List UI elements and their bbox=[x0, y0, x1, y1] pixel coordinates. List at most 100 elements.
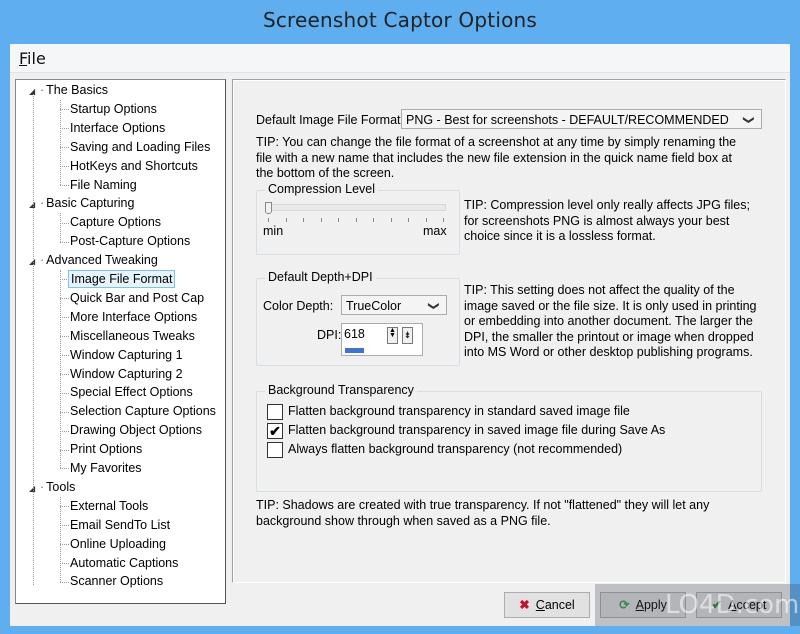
tip-line: background show through when saved as a … bbox=[256, 513, 551, 528]
menu-file[interactable]: File bbox=[19, 49, 46, 68]
tree-item[interactable]: Saving and Loading Files bbox=[68, 138, 212, 156]
tree-connector: · bbox=[40, 196, 45, 211]
slider-tick bbox=[443, 218, 444, 222]
tip-line: for screenshots PNG is almost always you… bbox=[464, 213, 730, 228]
collapse-triangle-icon[interactable]: ◢ bbox=[29, 83, 39, 101]
tip-line: TIP: Compression level only really affec… bbox=[464, 198, 750, 212]
color-depth-label: Color Depth: bbox=[263, 299, 334, 313]
tip-line: TIP: Shadows are created with true trans… bbox=[256, 498, 710, 512]
slider-tick bbox=[268, 218, 269, 222]
tree-item[interactable]: External Tools bbox=[68, 497, 150, 515]
transparency-checkbox[interactable] bbox=[267, 442, 283, 458]
tree-group[interactable]: ◢ · The Basics bbox=[29, 81, 108, 99]
color-depth-select[interactable]: TrueColor ❯ bbox=[341, 295, 447, 315]
slider-tick bbox=[338, 218, 339, 222]
dpi-level-bar bbox=[345, 348, 364, 353]
slider-tick bbox=[425, 218, 427, 222]
tree-item[interactable]: Print Options bbox=[68, 440, 144, 458]
tree-group[interactable]: ◢ · Basic Capturing bbox=[29, 194, 134, 212]
depth-tip: TIP: This setting does not affect the qu… bbox=[464, 283, 757, 361]
tree-item[interactable]: Email SendTo List bbox=[68, 516, 172, 534]
compression-title: Compression Level bbox=[265, 182, 378, 196]
depth-dpi-group: Default Depth+DPI Color Depth: TrueColor… bbox=[256, 270, 460, 366]
tree-group[interactable]: ◢ · Advanced Tweaking bbox=[29, 251, 158, 269]
slider-tick bbox=[303, 218, 304, 222]
tree-item[interactable]: Interface Options bbox=[68, 119, 167, 137]
tree-item[interactable]: Selection Capture Options bbox=[68, 402, 218, 420]
compression-slider-thumb[interactable] bbox=[265, 202, 272, 214]
tree-connector: · bbox=[40, 479, 45, 494]
tree-item[interactable]: Automatic Captions bbox=[68, 554, 180, 572]
cancel-button[interactable]: ✖ Cancel bbox=[504, 592, 590, 618]
cancel-x-icon: ✖ bbox=[519, 598, 530, 612]
tree-item[interactable]: Online Uploading bbox=[68, 535, 168, 553]
color-depth-value: TrueColor bbox=[346, 299, 402, 313]
compression-min-label: min bbox=[263, 224, 284, 238]
transparency-group: Background Transparency Flatten backgrou… bbox=[256, 383, 762, 492]
slider-tick bbox=[390, 218, 392, 222]
tip-line: or embedding into another document. The … bbox=[464, 314, 753, 328]
tip-line: TIP: This setting does not affect the qu… bbox=[464, 283, 735, 297]
transparency-option-label[interactable]: Always flatten background transparency (… bbox=[288, 442, 622, 456]
tree-item[interactable]: Capture Options bbox=[68, 213, 163, 231]
tip-line: TIP: You can change the file format of a… bbox=[256, 135, 737, 149]
menu-file-accel: F bbox=[19, 49, 28, 68]
title-bar[interactable]: Screenshot Captor Options bbox=[0, 0, 800, 44]
tree-group[interactable]: ◢ · Tools bbox=[29, 478, 75, 496]
collapse-triangle-icon[interactable]: ◢ bbox=[29, 480, 39, 498]
tree-item[interactable]: Special Effect Options bbox=[68, 383, 195, 401]
slider-tick bbox=[408, 218, 409, 222]
tree-item[interactable]: Startup Options bbox=[68, 100, 159, 118]
tree-item[interactable]: My Favorites bbox=[68, 459, 144, 477]
tree-item[interactable]: Scanner Options bbox=[68, 572, 165, 590]
chevron-down-icon: ❯ bbox=[427, 301, 440, 311]
tree-item[interactable]: HotKeys and Shortcuts bbox=[68, 157, 200, 175]
tree-item[interactable]: Window Capturing 2 bbox=[68, 365, 185, 383]
tree-item[interactable]: Quick Bar and Post Cap bbox=[68, 289, 206, 307]
tree-connector: · bbox=[40, 253, 45, 268]
tree-item[interactable]: Window Capturing 1 bbox=[68, 346, 185, 364]
tree-item[interactable]: Image File Format bbox=[68, 270, 176, 288]
tree-group-label: Basic Capturing bbox=[46, 196, 135, 211]
format-select-value: PNG - Best for screenshots - DEFAULT/REC… bbox=[406, 113, 729, 127]
cancel-label: ancel bbox=[544, 598, 575, 612]
dpi-label: DPI: bbox=[317, 328, 342, 342]
image-file-format-panel: Default Image File Format: PNG - Best fo… bbox=[232, 79, 786, 583]
dpi-value: 618 bbox=[344, 327, 365, 341]
tree-group-label: Advanced Tweaking bbox=[46, 253, 158, 268]
transparency-checkbox[interactable]: ✔ bbox=[267, 423, 283, 439]
dpi-spinner[interactable]: 618 ▲ ▼ ⇟ bbox=[341, 323, 423, 356]
tree-connector bbox=[60, 496, 61, 582]
collapse-triangle-icon[interactable]: ◢ bbox=[29, 253, 39, 271]
transparency-option-label[interactable]: Flatten background transparency in saved… bbox=[288, 423, 665, 437]
options-tree[interactable]: ◢ · The Basics Startup Options Interface Opt… bbox=[15, 79, 226, 604]
slider-tick bbox=[373, 218, 374, 222]
tree-item[interactable]: Drawing Object Options bbox=[68, 421, 204, 439]
chevron-down-icon: ❯ bbox=[742, 115, 755, 125]
format-select[interactable]: PNG - Best for screenshots - DEFAULT/REC… bbox=[401, 109, 762, 129]
window-title: Screenshot Captor Options bbox=[262, 8, 538, 32]
watermark-text: LO4D.com bbox=[665, 590, 800, 620]
tree-item[interactable]: More Interface Options bbox=[68, 308, 199, 326]
menu-bar: File bbox=[10, 44, 790, 73]
tip-line: into MS Word or other desktop publishing… bbox=[464, 345, 753, 359]
dpi-menu-button[interactable]: ⇟ bbox=[402, 327, 413, 344]
tree-item[interactable]: File Naming bbox=[68, 176, 139, 194]
transparency-option-label[interactable]: Flatten background transparency in stand… bbox=[288, 404, 630, 418]
dpi-up-down-button[interactable]: ▲ ▼ bbox=[387, 327, 398, 344]
tip-line: the bottom of the screen. bbox=[256, 166, 395, 180]
tip-line: DPI, the smaller the printout or image w… bbox=[464, 329, 754, 344]
transparency-title: Background Transparency bbox=[265, 383, 417, 397]
tree-connector bbox=[60, 213, 61, 242]
menu-file-label: ile bbox=[27, 49, 46, 68]
checkmark-icon: ✔ bbox=[269, 423, 281, 439]
tree-group-label: The Basics bbox=[46, 83, 109, 97]
options-window: File ◢ · The Basics Startup Options Interfac… bbox=[10, 44, 790, 626]
slider-tick bbox=[320, 218, 322, 222]
tree-connector bbox=[60, 270, 61, 469]
tree-item[interactable]: Post-Capture Options bbox=[68, 232, 192, 250]
tree-item[interactable]: Miscellaneous Tweaks bbox=[68, 327, 197, 345]
compression-slider-track[interactable] bbox=[266, 204, 446, 211]
transparency-checkbox[interactable] bbox=[267, 404, 283, 420]
collapse-triangle-icon[interactable]: ◢ bbox=[29, 196, 39, 214]
